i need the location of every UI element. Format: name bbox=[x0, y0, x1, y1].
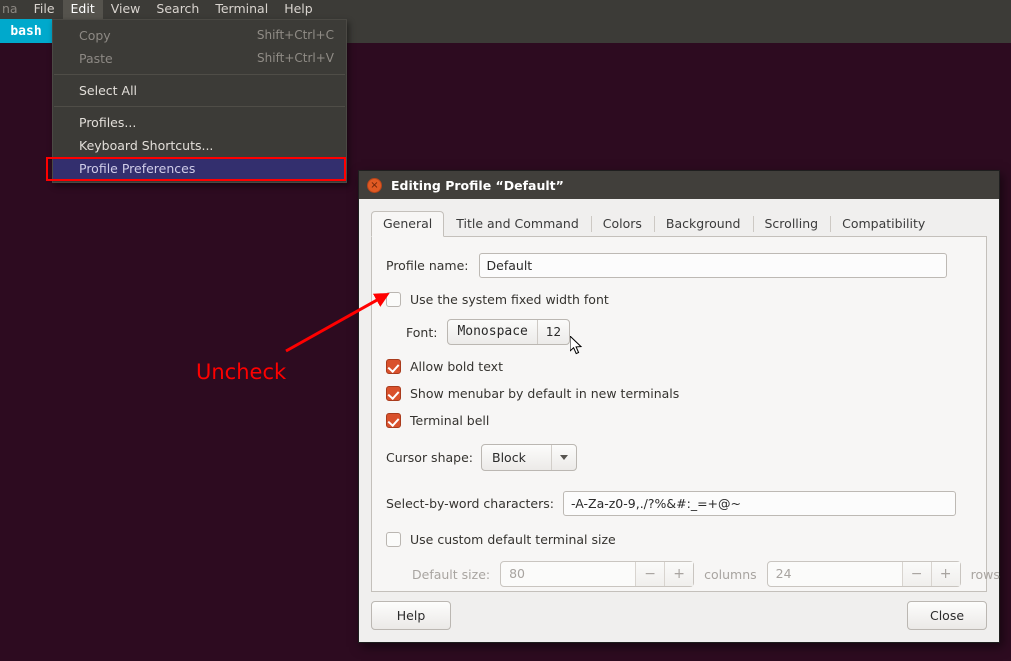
profile-name-label: Profile name: bbox=[386, 258, 469, 273]
columns-decrement-button[interactable]: − bbox=[635, 562, 664, 586]
close-button[interactable]: Close bbox=[907, 601, 987, 630]
terminal-bell-row[interactable]: Terminal bell bbox=[386, 413, 972, 428]
tab-title-and-command[interactable]: Title and Command bbox=[444, 211, 591, 236]
screen: na File Edit View Search Terminal Help b… bbox=[0, 0, 1011, 661]
rows-stepper[interactable]: 24 − + bbox=[767, 561, 961, 587]
menubar-item-na[interactable]: na bbox=[0, 0, 26, 19]
menu-separator-1 bbox=[54, 74, 345, 75]
menu-item-paste[interactable]: Paste Shift+Ctrl+V bbox=[53, 47, 346, 70]
default-size-label: Default size: bbox=[412, 567, 490, 582]
tab-scrolling[interactable]: Scrolling bbox=[753, 211, 831, 236]
menu-item-paste-label: Paste bbox=[79, 47, 241, 70]
font-picker-button[interactable]: Monospace 12 bbox=[447, 319, 570, 345]
allow-bold-checkbox[interactable] bbox=[386, 359, 401, 374]
menu-item-select-all-label: Select All bbox=[79, 79, 334, 102]
tab-background[interactable]: Background bbox=[654, 211, 753, 236]
close-icon[interactable]: × bbox=[367, 178, 382, 193]
font-name-value: Monospace bbox=[448, 320, 536, 344]
menu-item-keyboard-shortcuts-label: Keyboard Shortcuts... bbox=[79, 134, 334, 157]
columns-stepper[interactable]: 80 − + bbox=[500, 561, 694, 587]
menubar-item-file[interactable]: File bbox=[26, 0, 63, 19]
general-tab-panel: Profile name: Default Use the system fix… bbox=[371, 237, 987, 592]
menu-item-profile-preferences[interactable]: Profile Preferences bbox=[53, 157, 346, 180]
menu-item-profile-preferences-label: Profile Preferences bbox=[79, 157, 334, 180]
use-system-font-label: Use the system fixed width font bbox=[410, 292, 609, 307]
menu-item-select-all[interactable]: Select All bbox=[53, 79, 346, 102]
menubar-item-view[interactable]: View bbox=[103, 0, 149, 19]
mouse-pointer-cursor bbox=[570, 336, 584, 356]
chevron-down-icon[interactable] bbox=[551, 445, 576, 470]
profile-name-input[interactable]: Default bbox=[479, 253, 947, 278]
select-by-word-input[interactable]: -A-Za-z0-9,./?%&#:_=+@~ bbox=[563, 491, 956, 516]
columns-value[interactable]: 80 bbox=[501, 562, 635, 586]
allow-bold-row[interactable]: Allow bold text bbox=[386, 359, 972, 374]
rows-decrement-button[interactable]: − bbox=[902, 562, 931, 586]
help-button[interactable]: Help bbox=[371, 601, 451, 630]
tab-general[interactable]: General bbox=[371, 211, 444, 237]
font-label: Font: bbox=[406, 325, 437, 340]
dialog-title: Editing Profile “Default” bbox=[391, 178, 564, 193]
menu-item-copy-label: Copy bbox=[79, 24, 241, 47]
cursor-shape-label: Cursor shape: bbox=[386, 450, 473, 465]
terminal-menubar: na File Edit View Search Terminal Help bbox=[0, 0, 1011, 19]
dialog-tabstrip: General Title and Command Colors Backgro… bbox=[371, 210, 987, 237]
cursor-shape-row: Cursor shape: Block bbox=[386, 444, 972, 471]
terminal-tab-bash[interactable]: bash bbox=[0, 19, 52, 43]
editing-profile-dialog: × Editing Profile “Default” General Titl… bbox=[358, 170, 1000, 643]
menu-item-profiles-label: Profiles... bbox=[79, 111, 334, 134]
select-by-word-row: Select-by-word characters: -A-Za-z0-9,./… bbox=[386, 491, 972, 516]
use-system-font-row[interactable]: Use the system fixed width font bbox=[386, 292, 972, 307]
allow-bold-label: Allow bold text bbox=[410, 359, 503, 374]
show-menubar-row[interactable]: Show menubar by default in new terminals bbox=[386, 386, 972, 401]
menu-item-copy[interactable]: Copy Shift+Ctrl+C bbox=[53, 24, 346, 47]
tab-colors[interactable]: Colors bbox=[591, 211, 654, 236]
menu-item-copy-accel: Shift+Ctrl+C bbox=[241, 24, 334, 47]
cursor-shape-select[interactable]: Block bbox=[481, 444, 577, 471]
columns-increment-button[interactable]: + bbox=[664, 562, 693, 586]
font-size-value: 12 bbox=[537, 320, 569, 344]
select-by-word-label: Select-by-word characters: bbox=[386, 496, 554, 511]
menubar-item-terminal[interactable]: Terminal bbox=[207, 0, 276, 19]
menu-item-profiles[interactable]: Profiles... bbox=[53, 111, 346, 134]
terminal-bell-checkbox[interactable] bbox=[386, 413, 401, 428]
show-menubar-label: Show menubar by default in new terminals bbox=[410, 386, 679, 401]
tab-compatibility[interactable]: Compatibility bbox=[830, 211, 937, 236]
show-menubar-checkbox[interactable] bbox=[386, 386, 401, 401]
rows-unit-label: rows bbox=[971, 567, 1000, 582]
menubar-item-help[interactable]: Help bbox=[276, 0, 321, 19]
custom-size-row[interactable]: Use custom default terminal size bbox=[386, 532, 972, 547]
edit-dropdown-menu: Copy Shift+Ctrl+C Paste Shift+Ctrl+V Sel… bbox=[52, 19, 347, 183]
rows-value[interactable]: 24 bbox=[768, 562, 902, 586]
terminal-bell-label: Terminal bell bbox=[410, 413, 489, 428]
dialog-body: General Title and Command Colors Backgro… bbox=[359, 199, 999, 643]
cursor-shape-value: Block bbox=[482, 445, 551, 470]
dialog-footer: Help Close bbox=[371, 601, 987, 630]
dialog-titlebar: × Editing Profile “Default” bbox=[359, 171, 999, 199]
custom-size-label: Use custom default terminal size bbox=[410, 532, 616, 547]
menubar-item-edit[interactable]: Edit bbox=[63, 0, 103, 19]
font-row: Font: Monospace 12 bbox=[406, 319, 972, 345]
rows-increment-button[interactable]: + bbox=[931, 562, 960, 586]
menu-separator-2 bbox=[54, 106, 345, 107]
profile-name-row: Profile name: Default bbox=[386, 253, 972, 278]
default-size-row: Default size: 80 − + columns 24 − + rows bbox=[412, 561, 972, 587]
menu-item-keyboard-shortcuts[interactable]: Keyboard Shortcuts... bbox=[53, 134, 346, 157]
custom-size-checkbox[interactable] bbox=[386, 532, 401, 547]
columns-unit-label: columns bbox=[704, 567, 757, 582]
menubar-item-search[interactable]: Search bbox=[148, 0, 207, 19]
use-system-font-checkbox[interactable] bbox=[386, 292, 401, 307]
menu-item-paste-accel: Shift+Ctrl+V bbox=[241, 47, 334, 70]
